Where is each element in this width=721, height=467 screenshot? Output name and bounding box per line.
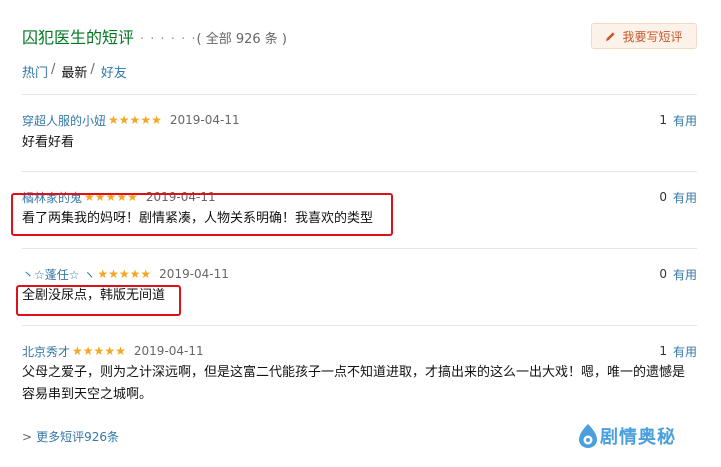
comment-meta: 穿超人服的小妞 ★ ★ ★ ★ ★ 2019-04-11 [22, 112, 240, 128]
highlight-box [16, 285, 181, 316]
comment-meta: 北京秀才 ★ ★ ★ ★ ★ 2019-04-11 [22, 343, 204, 359]
tab-latest[interactable]: 最新 [61, 62, 87, 81]
star-icon: ★ [104, 344, 116, 358]
section-header: 囚犯医生的短评 · · · · · · ( 全部 926 条 ) [22, 24, 287, 48]
pencil-icon [606, 31, 616, 41]
useful-count: 1 [659, 344, 667, 358]
comment-username[interactable]: 丶☆蓬任☆ ヽ [22, 266, 95, 283]
star-icon: ★ [108, 113, 119, 127]
star-icon: ★ [118, 113, 130, 127]
rating-stars: ★ ★ ★ ★ ★ [72, 345, 126, 357]
useful-vote: 0 有用 [659, 266, 697, 282]
more-comments-label: 更多短评926条 [36, 430, 119, 444]
comment-text: 好看好看 [22, 135, 75, 150]
useful-button[interactable]: 有用 [673, 189, 697, 206]
divider [22, 94, 697, 95]
highlight-box [11, 193, 393, 236]
rating-stars: ★ ★ ★ ★ ★ [97, 268, 151, 280]
useful-button[interactable]: 有用 [673, 266, 697, 283]
more-arrow: > [22, 430, 33, 444]
title-dots: · · · · · · [140, 32, 197, 47]
star-icon: ★ [97, 267, 109, 281]
star-icon: ★ [151, 113, 162, 127]
watermark-logo-icon [579, 424, 597, 448]
sort-tabs: 热门 / 最新 / 好友 [22, 62, 127, 81]
comment-date: 2019-04-11 [159, 267, 229, 281]
useful-vote: 1 有用 [659, 343, 697, 359]
divider [22, 248, 697, 249]
divider [22, 171, 697, 172]
watermark-text: 剧情奥秘 [600, 427, 676, 448]
tab-separator: / [51, 62, 56, 77]
useful-count: 1 [659, 113, 667, 127]
watermark: 剧情奥秘 [576, 422, 676, 450]
star-icon: ★ [140, 113, 152, 127]
more-comments-link[interactable]: > 更多短评926条 [22, 428, 119, 445]
comment-text: 父母之爱子，则为之计深远啊，但是这富二代能孩子一点不知道进取，才搞出来的这么一出… [22, 365, 686, 402]
comment-username[interactable]: 穿超人服的小妞 [22, 112, 106, 129]
comment-date: 2019-04-11 [169, 113, 240, 127]
star-icon: ★ [93, 344, 105, 358]
useful-button[interactable]: 有用 [673, 343, 697, 360]
comment-item: 穿超人服的小妞 ★ ★ ★ ★ ★ 2019-04-11 1 有用 好看好看 [22, 112, 697, 172]
rating-stars: ★ ★ ★ ★ ★ [108, 114, 162, 126]
tab-hot[interactable]: 热门 [22, 62, 48, 81]
star-icon: ★ [115, 344, 126, 358]
write-review-button[interactable]: 我要写短评 [591, 23, 697, 49]
comment-date: 2019-04-11 [133, 344, 204, 358]
comment-item: 北京秀才 ★ ★ ★ ★ ★ 2019-04-11 1 有用 父母之爱子，则为之计深远啊… [22, 343, 697, 413]
useful-count: 0 [659, 267, 667, 281]
star-icon: ★ [118, 267, 130, 281]
useful-vote: 0 有用 [659, 189, 697, 205]
star-icon: ★ [82, 344, 94, 358]
useful-button[interactable]: 有用 [673, 112, 697, 129]
section-title: 囚犯医生的短评 [22, 28, 135, 47]
comment-total-count[interactable]: ( 全部 926 条 ) [196, 28, 287, 47]
divider [22, 325, 697, 326]
useful-count: 0 [659, 190, 667, 204]
tab-separator: / [90, 62, 95, 77]
comment-username[interactable]: 北京秀才 [22, 343, 70, 360]
star-icon: ★ [140, 267, 152, 281]
star-icon: ★ [129, 113, 141, 127]
comment-meta: 丶☆蓬任☆ ヽ ★ ★ ★ ★ ★ 2019-04-11 [22, 266, 229, 282]
useful-vote: 1 有用 [659, 112, 697, 128]
write-review-label: 我要写短评 [622, 29, 683, 44]
star-icon: ★ [108, 267, 119, 281]
star-icon: ★ [72, 344, 83, 358]
tab-friends[interactable]: 好友 [101, 62, 127, 81]
star-icon: ★ [129, 267, 141, 281]
